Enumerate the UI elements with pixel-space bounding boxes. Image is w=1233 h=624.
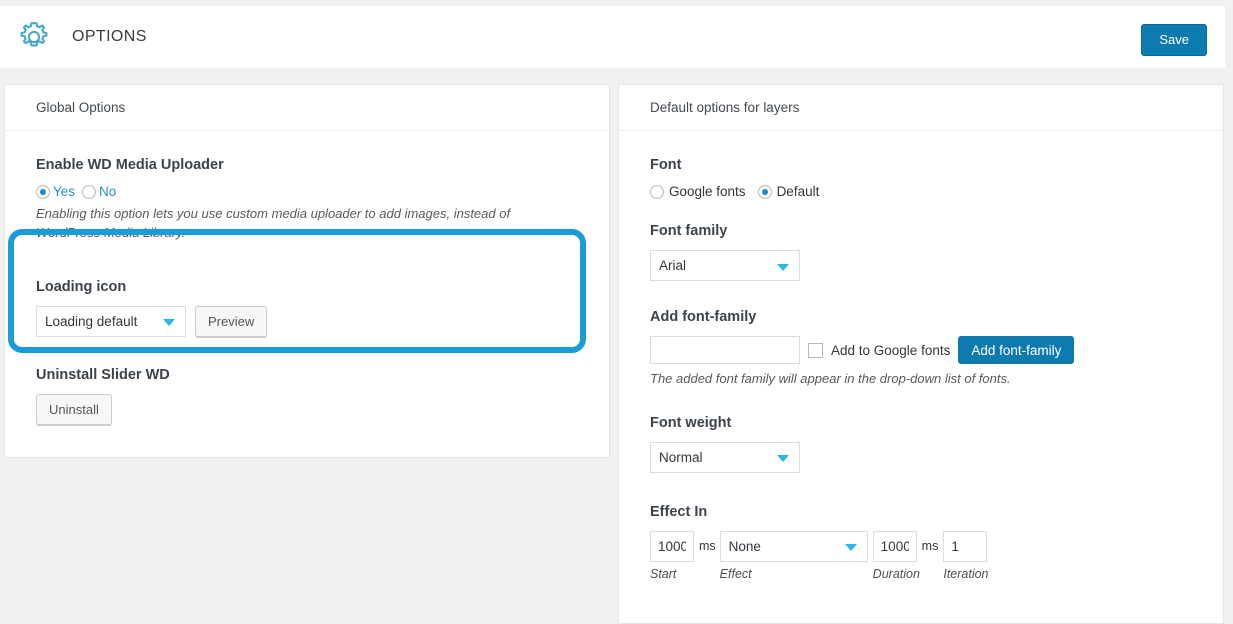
effect-in-controls: ms Start None Effect ms Dur bbox=[650, 530, 1192, 581]
font-family-select[interactable]: Arial bbox=[650, 250, 800, 281]
font-weight-select-value: Normal bbox=[659, 449, 703, 465]
effect-in-duration-unit: ms bbox=[921, 539, 939, 554]
enable-wd-media-uploader-group: Enable WD Media Uploader Yes No Enabling… bbox=[36, 157, 578, 243]
default-layer-options-body: Font Google fonts Default Font family Ar… bbox=[619, 157, 1223, 581]
chevron-down-icon bbox=[163, 319, 175, 327]
effect-in-iteration-cell: Iteration bbox=[943, 530, 989, 581]
radio-no[interactable]: No bbox=[82, 184, 116, 199]
font-radio-group: Google fonts Default bbox=[650, 184, 1192, 199]
font-label: Font bbox=[650, 157, 682, 173]
effect-in-duration-sublabel: Duration bbox=[872, 566, 920, 581]
radio-google-fonts[interactable]: Google fonts bbox=[650, 184, 746, 199]
radio-yes-label: Yes bbox=[53, 184, 76, 199]
add-font-family-description: The added font family will appear in the… bbox=[650, 371, 1011, 386]
chevron-down-icon bbox=[844, 544, 857, 552]
effect-in-iteration-input[interactable] bbox=[943, 530, 988, 562]
default-layer-options-heading: Default options for layers bbox=[650, 100, 800, 115]
global-options-heading: Global Options bbox=[36, 100, 126, 115]
loading-icon-select[interactable]: Loading default bbox=[36, 305, 186, 337]
font-family-select-value: Arial bbox=[659, 258, 687, 273]
effect-in-start-unit: ms bbox=[699, 539, 716, 554]
global-options-body: Enable WD Media Uploader Yes No Enabling… bbox=[5, 157, 609, 425]
effect-in-iteration-sublabel: Iteration bbox=[943, 566, 989, 581]
effect-in-effect-cell: None Effect bbox=[719, 530, 868, 581]
default-layer-options-header: Default options for layers bbox=[619, 85, 1223, 131]
effect-in-effect-select[interactable]: None bbox=[719, 530, 868, 562]
add-font-family-label: Add font-family bbox=[650, 309, 757, 325]
media-uploader-radio-group: Yes No bbox=[36, 184, 578, 199]
enable-wd-media-uploader-label: Enable WD Media Uploader bbox=[36, 157, 224, 173]
font-family-label: Font family bbox=[650, 223, 728, 239]
radio-google-fonts-dot[interactable] bbox=[650, 184, 664, 199]
font-weight-group: Font weight Normal bbox=[650, 415, 1192, 473]
add-to-google-fonts-label: Add to Google fonts bbox=[831, 342, 951, 358]
preview-button[interactable]: Preview bbox=[195, 305, 268, 337]
effect-in-effect-sublabel: Effect bbox=[719, 566, 752, 581]
global-options-panel: Global Options Enable WD Media Uploader … bbox=[4, 84, 610, 458]
add-font-family-button[interactable]: Add font-family bbox=[958, 336, 1075, 364]
add-font-family-group: Add font-family Add to Google fonts Add … bbox=[650, 309, 1192, 389]
default-layer-options-panel: Default options for layers Font Google f… bbox=[618, 84, 1224, 624]
radio-yes-dot[interactable] bbox=[36, 184, 50, 199]
effect-in-start-cell: ms Start bbox=[650, 530, 716, 581]
loading-icon-group: Loading icon Loading default Preview bbox=[36, 279, 578, 337]
radio-default-font[interactable]: Default bbox=[757, 184, 820, 199]
uninstall-group: Uninstall Slider WD Uninstall bbox=[36, 367, 578, 425]
add-to-google-fonts-checkbox[interactable] bbox=[808, 342, 823, 358]
global-options-header: Global Options bbox=[5, 85, 609, 131]
effect-in-start-sublabel: Start bbox=[650, 566, 677, 581]
effect-in-effect-value: None bbox=[728, 538, 761, 554]
radio-default-font-dot[interactable] bbox=[757, 184, 772, 199]
page-header: OPTIONS Save bbox=[0, 6, 1225, 68]
radio-google-fonts-label: Google fonts bbox=[669, 184, 746, 199]
gear-icon bbox=[14, 17, 54, 57]
loading-icon-select-value: Loading default bbox=[45, 313, 138, 329]
uninstall-label: Uninstall Slider WD bbox=[36, 366, 170, 383]
chevron-down-icon bbox=[777, 263, 789, 271]
media-uploader-description: Enabling this option lets you use custom… bbox=[36, 206, 511, 240]
radio-default-font-label: Default bbox=[776, 184, 820, 199]
radio-no-label: No bbox=[99, 184, 117, 199]
add-font-family-controls: Add to Google fonts Add font-family bbox=[650, 336, 1192, 364]
add-font-family-input[interactable] bbox=[650, 336, 800, 364]
font-weight-select[interactable]: Normal bbox=[650, 441, 800, 473]
font-group: Font Google fonts Default bbox=[650, 157, 1192, 199]
radio-no-dot[interactable] bbox=[82, 184, 97, 199]
loading-icon-controls: Loading default Preview bbox=[36, 305, 578, 337]
font-weight-label: Font weight bbox=[650, 414, 732, 431]
chevron-down-icon bbox=[777, 455, 789, 463]
page-title: OPTIONS bbox=[72, 28, 147, 45]
uninstall-button[interactable]: Uninstall bbox=[36, 393, 112, 425]
font-family-group: Font family Arial bbox=[650, 223, 1192, 281]
save-button[interactable]: Save bbox=[1141, 24, 1207, 56]
effect-in-duration-input[interactable] bbox=[872, 530, 917, 562]
radio-yes[interactable]: Yes bbox=[36, 184, 75, 199]
loading-icon-label: Loading icon bbox=[36, 278, 127, 295]
effect-in-start-input[interactable] bbox=[650, 530, 694, 562]
effect-in-group: Effect In ms Start None Effect bbox=[650, 504, 1192, 581]
effect-in-label: Effect In bbox=[650, 503, 708, 520]
effect-in-duration-cell: ms Duration bbox=[872, 530, 939, 581]
